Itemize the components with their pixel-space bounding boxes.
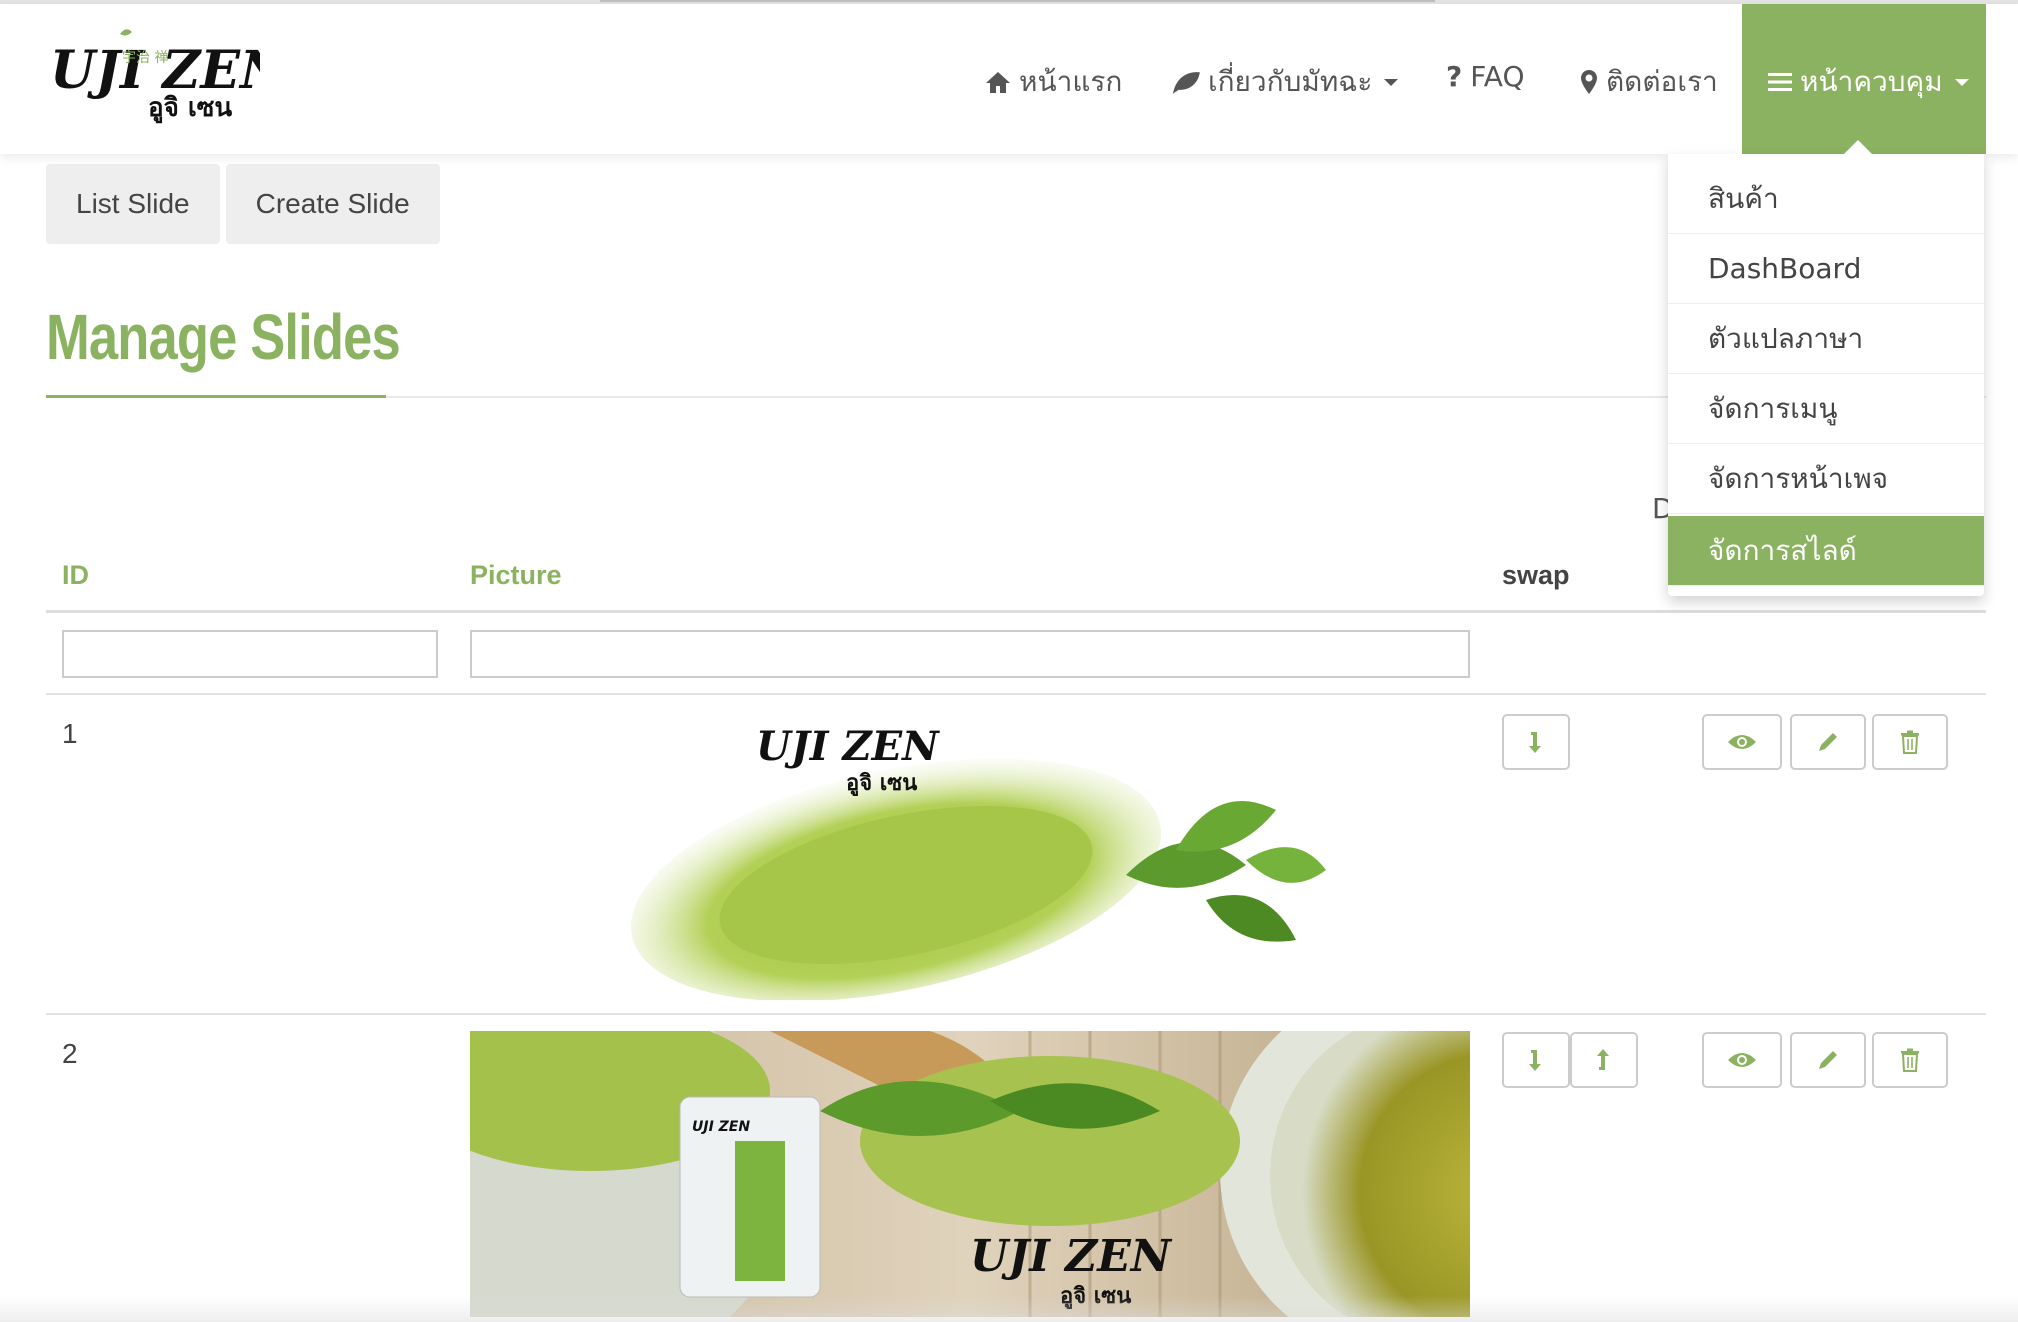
- menu-item-manage-menu[interactable]: จัดการเมนู: [1668, 374, 1984, 444]
- nav-home[interactable]: หน้าแรก: [985, 60, 1122, 104]
- nav-control[interactable]: หน้าควบคุม: [1742, 4, 1986, 154]
- delete-button[interactable]: [1872, 714, 1948, 770]
- page-title: Manage Slides: [46, 301, 401, 373]
- eye-icon: [1728, 1053, 1756, 1067]
- pencil-icon: [1819, 1051, 1837, 1069]
- row-divider: [46, 693, 1986, 695]
- view-button[interactable]: [1702, 714, 1782, 770]
- column-header-picture[interactable]: Picture: [470, 560, 562, 591]
- navbar: UJI ZEN 宇治 禅 อูจิ เซน หน้าแรก เกี่ยวกับม…: [0, 4, 2018, 154]
- list-slide-button[interactable]: List Slide: [46, 164, 220, 244]
- svg-text:อูจิ เซน: อูจิ เซน: [846, 771, 917, 797]
- home-icon: [986, 72, 1010, 93]
- header-divider: [46, 610, 1986, 613]
- chevron-down-icon: [1384, 78, 1399, 86]
- swap-up-button[interactable]: [1570, 1032, 1638, 1088]
- trash-icon: [1901, 730, 1919, 754]
- brand-logo[interactable]: UJI ZEN 宇治 禅 อูจิ เซน: [50, 26, 290, 126]
- pencil-icon: [1819, 733, 1837, 751]
- arrow-down-icon: [1529, 1050, 1541, 1071]
- leaf-icon: [1172, 72, 1200, 94]
- chevron-down-icon: [1954, 78, 1969, 86]
- slide-image[interactable]: UJI ZEN อูจิ เซน: [606, 710, 1366, 1000]
- nav-contact[interactable]: ติดต่อเรา: [1580, 60, 1718, 104]
- menu-item-manage-slides[interactable]: จัดการสไลด์: [1668, 516, 1984, 586]
- nav-faq-label: FAQ: [1470, 60, 1525, 93]
- trash-icon: [1901, 1048, 1919, 1072]
- title-underline: [46, 395, 386, 398]
- arrow-down-icon: [1529, 732, 1541, 753]
- row-divider: [46, 1013, 1986, 1015]
- slide-subnav: List Slide Create Slide: [46, 164, 440, 244]
- delete-button[interactable]: [1872, 1032, 1948, 1088]
- filter-picture-input[interactable]: [470, 630, 1470, 678]
- menu-item-translator[interactable]: ตัวแปลภาษา: [1668, 304, 1984, 374]
- nav-home-label: หน้าแรก: [1019, 65, 1123, 98]
- row-id: 2: [62, 1038, 78, 1069]
- view-button[interactable]: [1702, 1032, 1782, 1088]
- eye-icon: [1728, 735, 1756, 749]
- column-header-swap: swap: [1502, 560, 1570, 590]
- nav-faq[interactable]: ? FAQ: [1446, 60, 1525, 93]
- dropdown-arrow: [1842, 140, 1874, 156]
- control-dropdown-menu: สินค้า DashBoard ตัวแปลภาษา จัดการเมนู จ…: [1668, 140, 1984, 596]
- menu-item-manage-pages[interactable]: จัดการหน้าเพจ: [1668, 444, 1984, 514]
- nav-contact-label: ติดต่อเรา: [1606, 65, 1718, 98]
- menu-item-products[interactable]: สินค้า: [1668, 164, 1984, 234]
- menu-icon: [1768, 73, 1792, 91]
- row-id: 1: [62, 718, 78, 749]
- arrow-up-icon: [1597, 1049, 1609, 1070]
- edit-button[interactable]: [1790, 1032, 1866, 1088]
- svg-text:UJI ZEN: UJI ZEN: [692, 1119, 750, 1135]
- column-header-id[interactable]: ID: [62, 560, 89, 591]
- menu-item-dashboard[interactable]: DashBoard: [1668, 234, 1984, 304]
- logo-kanji: 宇治 禅: [122, 50, 168, 66]
- nav-control-label: หน้าควบคุม: [1800, 65, 1943, 98]
- edit-button[interactable]: [1790, 714, 1866, 770]
- slide-image[interactable]: UJI ZEN UJI ZEN อูจิ เซน: [470, 1031, 1470, 1317]
- nav-about[interactable]: เกี่ยวกับมัทฉะ: [1172, 60, 1399, 104]
- svg-text:UJI ZEN: UJI ZEN: [970, 1231, 1173, 1282]
- question-icon: ?: [1446, 60, 1463, 93]
- filter-id-input[interactable]: [62, 630, 438, 678]
- nav-about-label: เกี่ยวกับมัทฉะ: [1208, 65, 1373, 98]
- map-marker-icon: [1581, 70, 1597, 94]
- bottom-shadow: [0, 1296, 2018, 1322]
- swap-down-button[interactable]: [1502, 714, 1570, 770]
- svg-text:อูจิ เซน: อูจิ เซน: [148, 93, 232, 124]
- create-slide-button[interactable]: Create Slide: [225, 164, 440, 244]
- svg-text:UJI ZEN: UJI ZEN: [756, 723, 940, 770]
- swap-down-button[interactable]: [1502, 1032, 1570, 1088]
